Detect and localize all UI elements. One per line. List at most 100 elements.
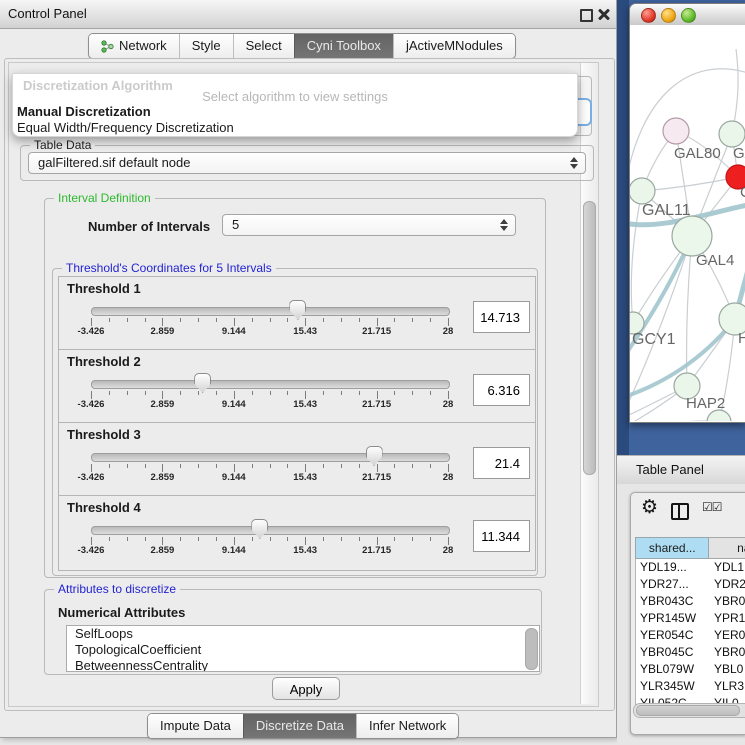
node-top-right[interactable] xyxy=(719,121,745,147)
tab-impute-data[interactable]: Impute Data xyxy=(148,714,243,738)
tab-label: Style xyxy=(192,34,221,58)
table-cell[interactable]: YBR043C xyxy=(636,593,710,610)
table-cell[interactable]: YDL1 xyxy=(710,559,745,576)
close-icon[interactable] xyxy=(598,8,610,20)
gear-icon[interactable]: ⚙ xyxy=(641,496,658,518)
minimize-traffic-light-icon[interactable] xyxy=(661,8,676,23)
tick-label: -3.426 xyxy=(78,326,105,337)
combobox-stepper-icon xyxy=(570,157,578,169)
table-cell[interactable]: YBR0 xyxy=(710,644,745,661)
tab-jactivemnodules[interactable]: jActiveMNodules xyxy=(393,34,515,58)
checkbox-icons[interactable]: ☑☑ xyxy=(702,500,722,514)
algorithm-dropdown-popup: Discretization Algorithm Select algorith… xyxy=(12,73,578,137)
table-panel-window: ⚙ ☑☑ shared... na YDL19...YDL1YDR27...YD… xyxy=(630,492,745,735)
tick-label: 15.43 xyxy=(293,472,317,483)
dropdown-option-equal-width[interactable]: Equal Width/Frequency Discretization xyxy=(16,120,574,135)
table-cell[interactable]: YER054C xyxy=(636,627,710,644)
node-label-hap2: HAP2 xyxy=(686,395,725,412)
table-cell[interactable]: YDR2 xyxy=(710,576,745,593)
threshold-value-input[interactable] xyxy=(473,520,530,552)
network-canvas[interactable]: GAL80 GA C GAL11 GAL4 GCY1 H HAP2 xyxy=(630,25,745,421)
slider-track[interactable] xyxy=(91,453,450,462)
float-icon[interactable] xyxy=(580,9,593,22)
tab-network[interactable]: Network xyxy=(89,34,179,58)
slider-tick-labels: -3.4262.8599.14415.4321.71528 xyxy=(91,545,448,557)
tab-label: Cyni Toolbox xyxy=(307,34,381,58)
list-scrollbar-thumb[interactable] xyxy=(525,628,538,670)
close-traffic-light-icon[interactable] xyxy=(641,8,656,23)
table-row[interactable]: YBR045CYBR0 xyxy=(636,644,745,661)
table-row[interactable]: YLR345WYLR3 xyxy=(636,678,745,695)
table-cell[interactable]: YBL0 xyxy=(710,661,745,678)
tab-select[interactable]: Select xyxy=(233,34,294,58)
slider-tick-labels: -3.4262.8599.14415.4321.71528 xyxy=(91,326,448,338)
slider-track[interactable] xyxy=(91,526,450,535)
attribute-list-item[interactable]: BetweennessCentrality xyxy=(67,658,539,672)
tab-discretize-data[interactable]: Discretize Data xyxy=(243,714,356,738)
tick-label: 2.859 xyxy=(151,326,175,337)
tab-infer-network[interactable]: Infer Network xyxy=(356,714,458,738)
table-data-group-title: Table Data xyxy=(30,138,95,153)
horizontal-scrollbar[interactable] xyxy=(633,703,745,718)
attribute-table: shared... na YDL19...YDL1YDR27...YDR2YBR… xyxy=(635,537,745,712)
column-header-shared[interactable]: shared... xyxy=(635,537,709,559)
column-header-name[interactable]: na xyxy=(709,537,745,559)
combobox-stepper-icon xyxy=(500,219,508,231)
table-row[interactable]: YDL19...YDL1 xyxy=(636,559,745,576)
slider-thumb[interactable] xyxy=(366,446,383,466)
algorithm-combobox[interactable] xyxy=(576,98,592,126)
tick-label: 21.715 xyxy=(362,545,391,556)
node-gal80[interactable] xyxy=(663,118,689,144)
tick-label: 21.715 xyxy=(362,326,391,337)
table-cell[interactable]: YBR0 xyxy=(710,593,745,610)
slider-ticks xyxy=(91,537,448,545)
table-cell[interactable]: YBR045C xyxy=(636,644,710,661)
slider-ticks xyxy=(91,391,448,399)
dropdown-prompt: Select algorithm to view settings xyxy=(13,89,577,104)
threshold-value-input[interactable] xyxy=(473,301,530,333)
apply-button[interactable]: Apply xyxy=(272,677,340,700)
tab-label: jActiveMNodules xyxy=(406,34,503,58)
slider-thumb[interactable] xyxy=(289,300,306,320)
table-row[interactable]: YBL079WYBL0 xyxy=(636,661,745,678)
table-header-row: shared... na xyxy=(635,537,745,559)
tab-style[interactable]: Style xyxy=(179,34,233,58)
table-cell[interactable]: YLR345W xyxy=(636,678,710,695)
tick-label: -3.426 xyxy=(78,545,105,556)
node-gal4[interactable] xyxy=(672,216,712,256)
tick-label: 2.859 xyxy=(151,399,175,410)
tab-cyni-toolbox[interactable]: Cyni Toolbox xyxy=(294,34,393,58)
attribute-list-item[interactable]: TopologicalCoefficient xyxy=(67,642,539,658)
tick-label: 21.715 xyxy=(362,399,391,410)
node-label-partial-h: H xyxy=(738,330,745,347)
threshold-value-input[interactable] xyxy=(473,447,530,479)
table-row[interactable]: YPR145WYPR1 xyxy=(636,610,745,627)
table-cell[interactable]: YDL19... xyxy=(636,559,710,576)
table-cell[interactable]: YBL079W xyxy=(636,661,710,678)
table-cell[interactable]: YER0 xyxy=(710,627,745,644)
table-cell[interactable]: YPR145W xyxy=(636,610,710,627)
node-gal11[interactable] xyxy=(630,178,655,204)
table-row[interactable]: YBR043CYBR0 xyxy=(636,593,745,610)
split-columns-icon[interactable] xyxy=(671,503,689,520)
table-cell[interactable]: YPR1 xyxy=(710,610,745,627)
node-label-partial-ga: GA xyxy=(733,145,745,162)
vertical-scrollbar-thumb[interactable] xyxy=(583,201,596,475)
table-data-combobox[interactable]: galFiltered.sif default node xyxy=(28,152,586,174)
table-cell[interactable]: YLR3 xyxy=(710,678,745,695)
slider-track[interactable] xyxy=(91,307,450,316)
table-row[interactable]: YER054CYER0 xyxy=(636,627,745,644)
numerical-attributes-list[interactable]: SelfLoopsTopologicalCoefficientBetweenne… xyxy=(66,625,540,672)
slider-thumb[interactable] xyxy=(251,519,268,539)
attribute-list-item[interactable]: SelfLoops xyxy=(67,626,539,642)
threshold-value-input[interactable] xyxy=(473,374,530,406)
slider-track[interactable] xyxy=(91,380,450,389)
zoom-traffic-light-icon[interactable] xyxy=(681,8,696,23)
tick-label: 28 xyxy=(443,399,454,410)
num-intervals-combobox[interactable]: 5 xyxy=(222,214,516,236)
table-cell[interactable]: YDR27... xyxy=(636,576,710,593)
dropdown-option-manual[interactable]: Manual Discretization xyxy=(16,104,574,119)
slider-thumb[interactable] xyxy=(194,373,211,393)
horizontal-scrollbar-thumb[interactable] xyxy=(636,705,740,716)
table-row[interactable]: YDR27...YDR2 xyxy=(636,576,745,593)
